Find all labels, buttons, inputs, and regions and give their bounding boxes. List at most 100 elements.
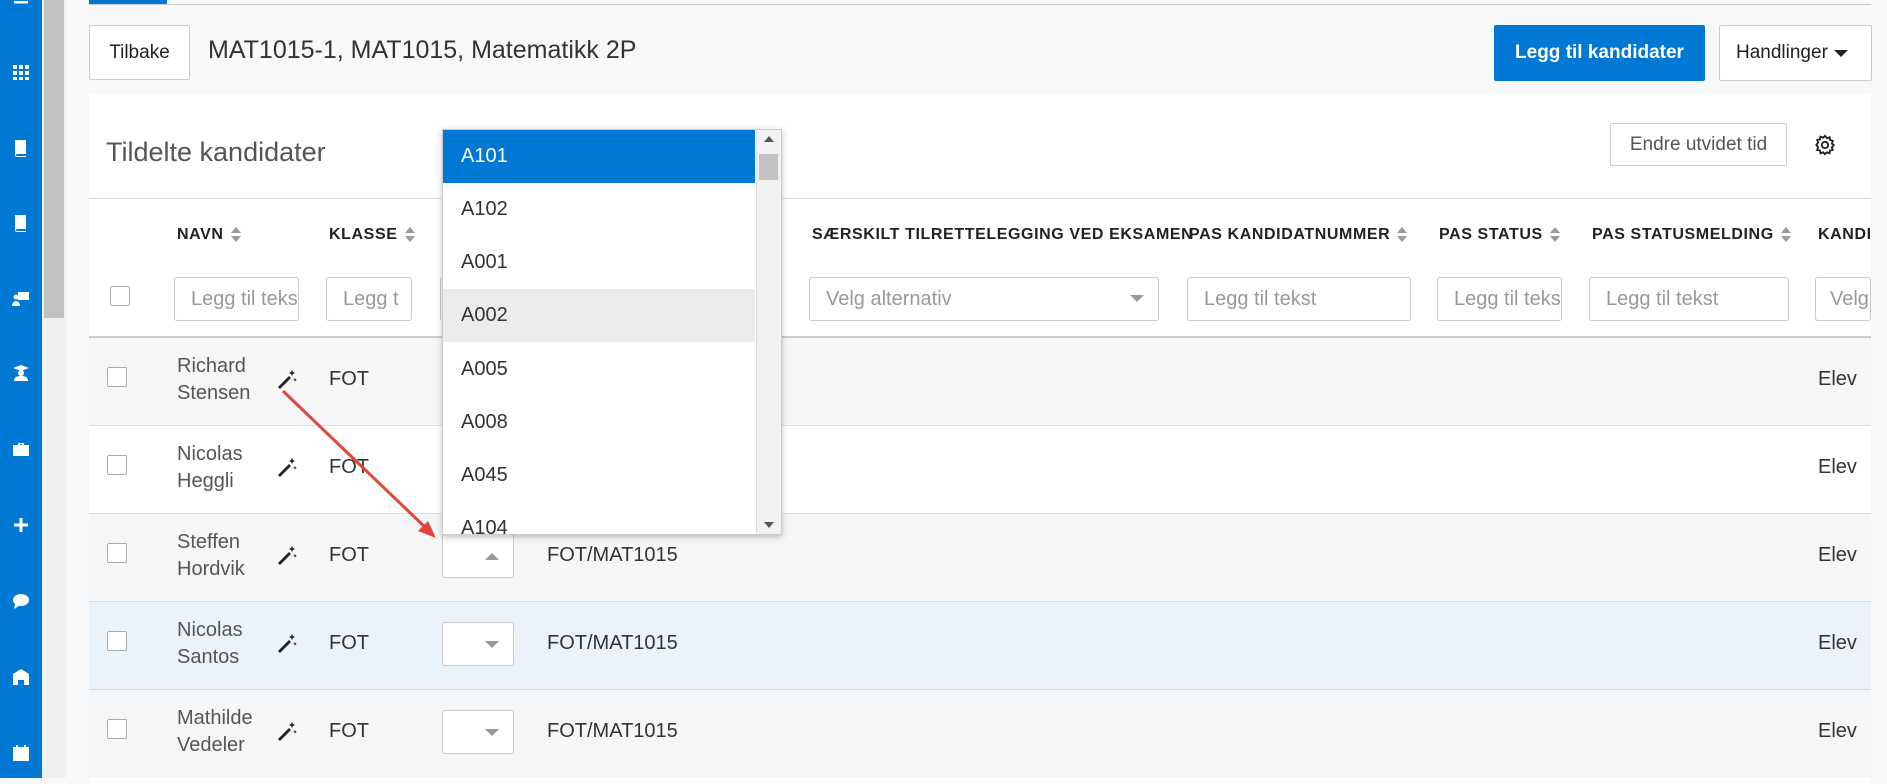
dropdown-option[interactable]: A005 [443, 343, 755, 396]
select-all-checkbox[interactable] [110, 286, 130, 306]
filter-klasse-input[interactable]: Legg t [326, 277, 412, 321]
extend-time-button[interactable]: Endre utvidet tid [1610, 123, 1787, 166]
group-cell: FOT/MAT1015 [547, 544, 678, 566]
col-header-pas-kandidatnummer[interactable]: PAS KANDIDATNUMMER [1189, 226, 1408, 244]
type-cell: Elev [1818, 456, 1857, 478]
first-name: Nicolas [177, 443, 243, 465]
col-header-label: SÆRSKILT TILRETTELEGGING VED EKSAMEN [812, 226, 1194, 243]
klasse-cell: FOT [329, 368, 369, 390]
calendar-icon[interactable] [0, 738, 42, 768]
filter-pas-kandidatnummer-input[interactable]: Legg til tekst [1187, 277, 1411, 321]
sort-icon[interactable] [404, 227, 415, 243]
col-header-klasse[interactable]: KLASSE [329, 226, 415, 244]
sort-icon[interactable] [1780, 227, 1791, 243]
magic-wand-icon[interactable] [275, 720, 299, 744]
sort-icon[interactable] [230, 227, 241, 243]
col-header-pas-status[interactable]: PAS STATUS [1439, 226, 1560, 244]
col-header-pas-statusmelding[interactable]: PAS STATUSMELDING [1592, 226, 1791, 244]
row-checkbox[interactable] [107, 367, 127, 387]
filter-navn-input[interactable]: Legg til tekst [174, 277, 299, 321]
dropdown-option[interactable]: A102 [443, 183, 755, 236]
apps-grid-icon[interactable] [0, 57, 42, 87]
filter-pas-status-input[interactable]: Legg til tekst [1437, 277, 1562, 321]
teacher-icon[interactable] [0, 284, 42, 314]
divider [89, 198, 1871, 199]
candidate-name: Mathilde Vedeler [177, 705, 253, 759]
chat-icon[interactable] [0, 586, 42, 616]
room-dropdown-list[interactable]: A101 A102 A001 A002 A005 A008 A045 A104 [442, 129, 782, 535]
klasse-cell: FOT [329, 632, 369, 654]
book-icon[interactable] [0, 133, 42, 163]
klasse-cell: FOT [329, 456, 369, 478]
sort-icon[interactable] [1549, 227, 1560, 243]
magic-wand-icon[interactable] [275, 544, 299, 568]
scroll-down-icon[interactable] [764, 522, 774, 528]
first-name: Richard [177, 355, 246, 377]
school-icon[interactable] [0, 662, 42, 692]
candidate-name: Nicolas Santos [177, 617, 243, 671]
briefcase-icon[interactable] [0, 434, 42, 464]
dropdown-option[interactable]: A104 [443, 502, 755, 534]
actions-dropdown-button[interactable]: Handlinger [1719, 25, 1872, 81]
scrollbar-thumb[interactable] [759, 154, 778, 180]
graduate-icon[interactable] [0, 358, 42, 388]
scroll-up-icon[interactable] [764, 136, 774, 142]
row-checkbox[interactable] [107, 455, 127, 475]
book-icon[interactable] [0, 208, 42, 238]
page-title: MAT1015-1, MAT1015, Matematikk 2P [208, 36, 637, 64]
actions-label: Handlinger [1736, 42, 1828, 63]
dropdown-option[interactable]: A001 [443, 236, 755, 289]
filter-saerskilt-select[interactable]: Velg alternativ [809, 277, 1159, 321]
room-select[interactable] [442, 710, 514, 754]
col-header-saerskilt[interactable]: SÆRSKILT TILRETTELEGGING VED EKSAMEN [812, 226, 1193, 244]
last-name: Stensen [177, 382, 251, 404]
col-header-label: KLASSE [329, 226, 398, 243]
first-name: Steffen [177, 531, 241, 553]
scrollbar-thumb[interactable] [44, 0, 64, 318]
filter-kandidat-select[interactable]: Velg [1815, 277, 1871, 321]
type-cell: Elev [1818, 720, 1857, 742]
gear-icon[interactable] [1814, 134, 1836, 156]
room-select[interactable] [442, 622, 514, 666]
row-checkbox[interactable] [107, 543, 127, 563]
group-cell: FOT/MAT1015 [547, 632, 678, 654]
sort-icon[interactable] [1397, 227, 1408, 243]
first-name: Nicolas [177, 619, 243, 641]
klasse-cell: FOT [329, 720, 369, 742]
col-header-label: PAS STATUS [1439, 226, 1543, 243]
col-header-navn[interactable]: NAVN [177, 226, 241, 244]
chevron-down-icon [1130, 295, 1144, 302]
col-header-label: PAS STATUSMELDING [1592, 226, 1774, 243]
back-button[interactable]: Tilbake [89, 25, 190, 80]
dropdown-option[interactable]: A045 [443, 449, 755, 502]
candidate-name: Steffen Hordvik [177, 529, 245, 583]
dropdown-option-hovered[interactable]: A002 [443, 289, 755, 342]
chevron-down-icon [485, 641, 499, 648]
magic-wand-icon[interactable] [275, 456, 299, 480]
type-cell: Elev [1818, 544, 1857, 566]
last-name: Heggli [177, 470, 234, 492]
row-checkbox[interactable] [107, 719, 127, 739]
type-cell: Elev [1818, 632, 1857, 654]
chevron-up-icon [485, 553, 499, 560]
col-header-label: PAS KANDIDATNUMMER [1189, 226, 1391, 243]
sidebar [0, 0, 42, 778]
plus-icon[interactable] [0, 510, 42, 540]
chevron-down-icon [1833, 49, 1848, 57]
menu-icon[interactable] [0, 0, 42, 18]
candidate-name: Nicolas Heggli [177, 441, 243, 495]
col-header-label: KANDI [1818, 226, 1871, 243]
col-header-kandidat[interactable]: KANDI [1818, 226, 1871, 244]
dropdown-option[interactable]: A008 [443, 396, 755, 449]
page-scrollbar[interactable] [42, 0, 66, 778]
active-tab-indicator [89, 0, 167, 4]
add-candidates-button[interactable]: Legg til kandidater [1494, 25, 1705, 81]
dropdown-scrollbar[interactable] [756, 130, 781, 534]
filter-pas-statusmelding-input[interactable]: Legg til tekst [1589, 277, 1789, 321]
magic-wand-icon[interactable] [275, 632, 299, 656]
dropdown-option-selected[interactable]: A101 [443, 130, 755, 183]
magic-wand-icon[interactable] [275, 368, 299, 392]
room-select-open[interactable] [442, 534, 514, 578]
col-header-label: NAVN [177, 226, 224, 243]
row-checkbox[interactable] [107, 631, 127, 651]
